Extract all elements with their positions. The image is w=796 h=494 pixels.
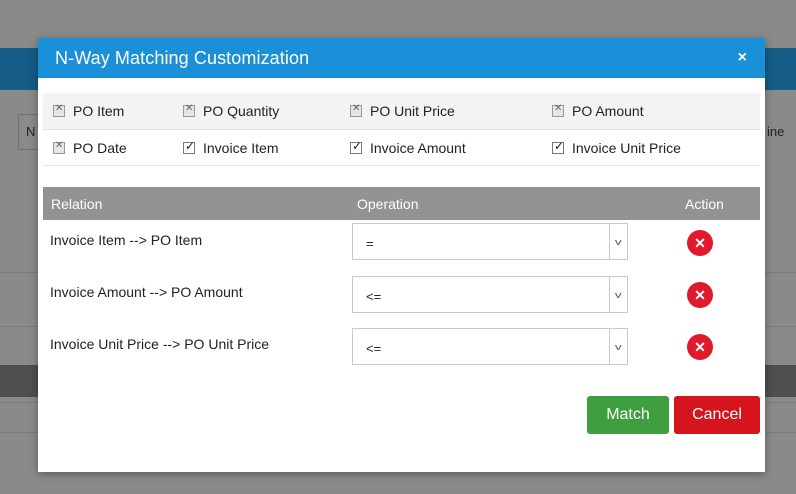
- x-circle-icon[interactable]: ✕: [687, 230, 713, 256]
- background-text-left: N: [26, 124, 36, 139]
- checkbox-label: PO Amount: [572, 103, 644, 119]
- chevron-down-icon: v: [609, 329, 627, 364]
- field-checkbox-grid: PO Item PO Quantity PO Unit Price PO Amo…: [43, 93, 760, 166]
- table-row: Invoice Item --> PO Item = v ✕: [43, 223, 760, 275]
- checkbox-po-unit-price[interactable]: PO Unit Price: [350, 103, 455, 119]
- dialog-title: N-Way Matching Customization: [55, 47, 310, 68]
- dialog-header: N-Way Matching Customization ×: [38, 38, 765, 78]
- n-way-matching-dialog: N-Way Matching Customization × PO Item P…: [38, 38, 765, 472]
- disabled-checkbox-icon: [552, 103, 564, 117]
- checkbox-label: PO Quantity: [203, 103, 280, 119]
- relation-table: Relation Operation Action Invoice Item -…: [43, 187, 760, 379]
- checkbox-label: PO Unit Price: [370, 103, 455, 119]
- checkbox-label: Invoice Unit Price: [572, 139, 681, 156]
- disabled-checkbox-icon: [53, 103, 65, 117]
- relation-text: Invoice Unit Price --> PO Unit Price: [50, 336, 270, 352]
- checkbox-po-amount[interactable]: PO Amount: [552, 103, 644, 119]
- checkbox-label: Invoice Item: [203, 139, 279, 156]
- column-header-action: Action: [685, 195, 724, 212]
- checked-checkbox-icon: [350, 139, 362, 154]
- background-text-right: ine: [767, 124, 785, 139]
- operation-select[interactable]: <= v: [352, 328, 628, 365]
- x-circle-icon[interactable]: ✕: [687, 282, 713, 308]
- checkbox-invoice-item[interactable]: Invoice Item: [183, 139, 279, 156]
- disabled-checkbox-icon: [350, 103, 362, 117]
- cancel-button[interactable]: Cancel: [674, 396, 760, 434]
- relation-text: Invoice Item --> PO Item: [50, 232, 203, 248]
- operation-select[interactable]: = v: [352, 223, 628, 260]
- disabled-checkbox-icon: [183, 103, 195, 117]
- operation-select[interactable]: <= v: [352, 276, 628, 313]
- table-header: Relation Operation Action: [43, 187, 760, 220]
- checked-checkbox-icon: [183, 139, 195, 154]
- column-header-relation: Relation: [51, 195, 103, 212]
- close-icon[interactable]: ×: [738, 49, 749, 67]
- checkbox-po-quantity[interactable]: PO Quantity: [183, 103, 279, 119]
- disabled-checkbox-icon: [53, 140, 65, 154]
- checkbox-row: PO Date Invoice Item Invoice Amount Invo…: [43, 130, 760, 166]
- checkbox-po-date[interactable]: PO Date: [53, 140, 127, 156]
- chevron-down-icon: v: [609, 224, 627, 259]
- relation-text: Invoice Amount --> PO Amount: [50, 284, 243, 300]
- checkbox-label: PO Item: [73, 103, 125, 119]
- table-row: Invoice Amount --> PO Amount <= v ✕: [43, 275, 760, 327]
- checked-checkbox-icon: [552, 139, 564, 154]
- checkbox-label: PO Date: [73, 139, 127, 156]
- operation-value: <=: [366, 341, 382, 356]
- x-circle-icon[interactable]: ✕: [687, 334, 713, 360]
- operation-value: =: [366, 236, 374, 251]
- column-header-operation: Operation: [357, 195, 419, 212]
- checkbox-invoice-amount[interactable]: Invoice Amount: [350, 139, 466, 156]
- chevron-down-icon: v: [609, 277, 627, 312]
- table-row: Invoice Unit Price --> PO Unit Price <= …: [43, 327, 760, 379]
- checkbox-invoice-unit-price[interactable]: Invoice Unit Price: [552, 139, 681, 156]
- checkbox-label: Invoice Amount: [370, 139, 466, 156]
- checkbox-row: PO Item PO Quantity PO Unit Price PO Amo…: [43, 93, 760, 130]
- match-button[interactable]: Match: [587, 396, 669, 434]
- checkbox-po-item[interactable]: PO Item: [53, 103, 124, 119]
- operation-value: <=: [366, 289, 382, 304]
